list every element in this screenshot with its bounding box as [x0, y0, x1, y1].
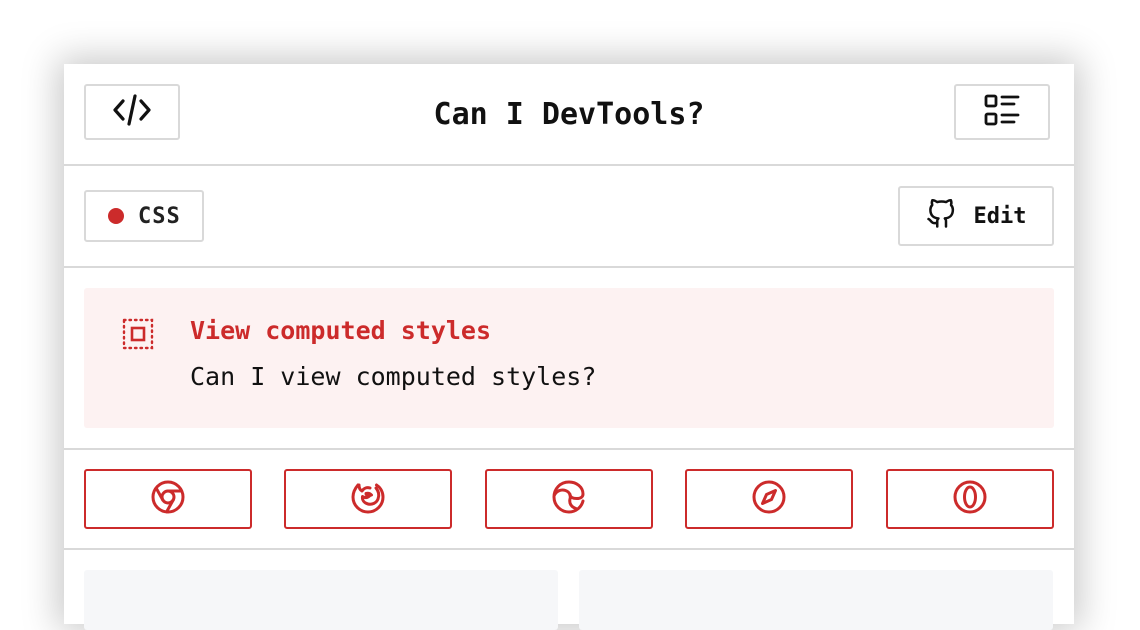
feature-card: Can I DevTools? CSS Edit View computed s… — [64, 64, 1074, 630]
list-icon — [983, 93, 1021, 131]
support-panel-left — [84, 570, 558, 630]
github-icon — [926, 198, 956, 234]
edit-label: Edit — [973, 203, 1027, 229]
opera-icon — [952, 479, 988, 519]
browser-button-opera[interactable] — [886, 469, 1054, 529]
browser-button-firefox[interactable] — [284, 469, 452, 529]
edit-button[interactable]: Edit — [898, 186, 1054, 246]
feature-section: View computed styles Can I view computed… — [64, 268, 1074, 450]
safari-icon — [751, 479, 787, 519]
meta-bar: CSS Edit — [64, 166, 1074, 268]
category-badge[interactable]: CSS — [84, 190, 204, 242]
category-dot — [108, 208, 124, 224]
edge-icon — [551, 479, 587, 519]
feature-description: Can I view computed styles? — [190, 362, 597, 391]
list-view-button[interactable] — [954, 84, 1050, 140]
browser-row — [64, 450, 1074, 550]
feature-title: View computed styles — [190, 316, 492, 345]
page-title: Can I DevTools? — [433, 96, 705, 132]
category-label: CSS — [138, 203, 181, 229]
browser-button-safari[interactable] — [685, 469, 853, 529]
header-bar: Can I DevTools? — [64, 64, 1074, 166]
browser-button-edge[interactable] — [485, 469, 653, 529]
browser-button-chrome[interactable] — [84, 469, 252, 529]
home-button[interactable] — [84, 84, 180, 140]
firefox-icon — [350, 479, 386, 519]
feature-box: View computed styles Can I view computed… — [84, 288, 1054, 428]
select-box-icon — [122, 318, 154, 354]
code-icon — [112, 92, 152, 132]
chrome-icon — [150, 479, 186, 519]
support-panel-right — [579, 570, 1053, 630]
